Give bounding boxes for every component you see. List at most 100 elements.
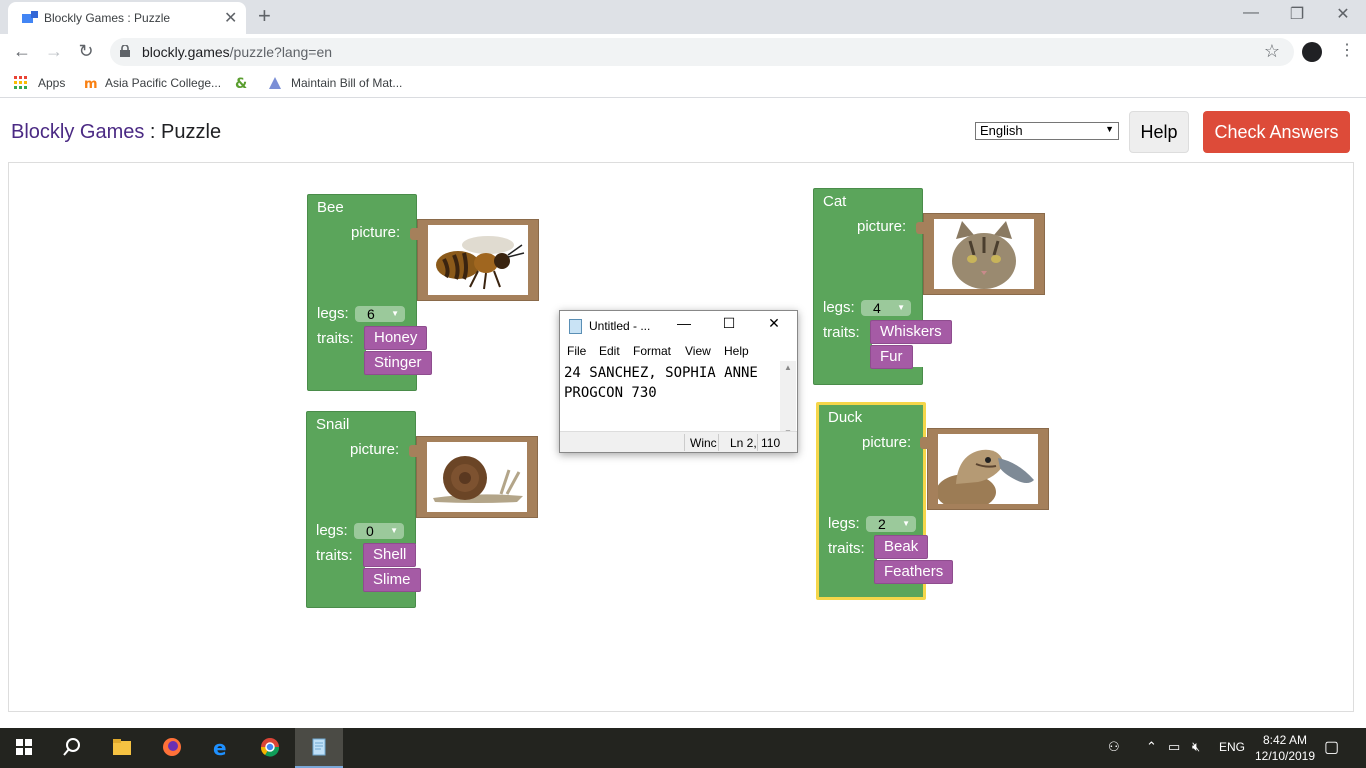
- picture-block-snail[interactable]: [409, 436, 538, 518]
- trait-block-beak[interactable]: Beak: [874, 535, 929, 559]
- chrome-icon: [260, 738, 280, 757]
- trait-block-slime[interactable]: Slime: [363, 568, 421, 592]
- notepad-statusbar: Winc Ln 2, 110: [560, 431, 797, 452]
- legs-dropdown[interactable]: 2 ▼: [866, 516, 916, 532]
- menu-file[interactable]: File: [567, 344, 586, 358]
- bee-image: [436, 236, 525, 290]
- help-button[interactable]: Help: [1129, 111, 1189, 153]
- trait-block-fur[interactable]: Fur: [870, 345, 913, 369]
- menu-edit[interactable]: Edit: [599, 344, 620, 358]
- legs-dropdown[interactable]: 4 ▼: [861, 300, 911, 316]
- puzzle-title: Puzzle: [161, 121, 222, 143]
- menu-view[interactable]: View: [685, 344, 711, 358]
- people-icon[interactable]: ⚇: [1108, 739, 1120, 755]
- trait-block-stinger[interactable]: Stinger: [364, 351, 432, 375]
- folder-icon: [113, 739, 131, 755]
- traits-label: traits:: [316, 547, 353, 564]
- close-icon[interactable]: ✕: [762, 315, 786, 332]
- tab-title: Blockly Games : Puzzle: [44, 11, 171, 25]
- minimize-icon[interactable]: —: [672, 315, 696, 331]
- picture-label: picture:: [857, 218, 907, 235]
- minimize-window-icon[interactable]: —: [1228, 4, 1274, 28]
- status-eol: Winc: [690, 436, 717, 450]
- firefox-icon: [163, 738, 181, 756]
- picture-label: picture:: [351, 224, 401, 241]
- traits-label: traits:: [828, 540, 865, 557]
- notepad-title: Untitled - ...: [589, 319, 651, 333]
- new-tab-icon[interactable]: +: [258, 3, 271, 29]
- windows-logo-icon: [16, 739, 32, 755]
- moodle-bookmark-icon: m: [84, 77, 98, 90]
- status-position: Ln 2,: [730, 436, 757, 450]
- forward-icon[interactable]: →: [42, 41, 66, 63]
- legs-dropdown[interactable]: 6 ▼: [355, 306, 405, 322]
- menu-kebab-icon[interactable]: ⋮: [1339, 40, 1355, 60]
- notepad-menubar: File Edit Format View Help: [560, 341, 797, 361]
- svg-text:m: m: [84, 77, 98, 90]
- status-zoom: 110: [761, 436, 781, 450]
- blockly-games-link[interactable]: Blockly Games: [11, 121, 144, 143]
- notepad-text-area[interactable]: 24 SANCHEZ, SOPHIA ANNE PROGCON 730: [564, 363, 782, 437]
- back-icon[interactable]: ←: [10, 41, 34, 63]
- traits-label: traits:: [317, 330, 354, 347]
- start-button[interactable]: [0, 728, 48, 768]
- search-button[interactable]: [48, 728, 96, 768]
- check-answers-button[interactable]: Check Answers: [1203, 111, 1350, 153]
- legs-dropdown[interactable]: 0 ▼: [354, 523, 404, 539]
- file-explorer-button[interactable]: [98, 728, 146, 768]
- edge-button[interactable]: e: [198, 728, 246, 768]
- reload-icon[interactable]: ↻: [74, 41, 98, 63]
- traits-label: traits:: [823, 324, 860, 341]
- input-language[interactable]: ENG: [1219, 740, 1245, 754]
- maximize-icon[interactable]: ☐: [717, 315, 741, 332]
- sap-bookmark-icon: [269, 77, 281, 89]
- bookmark-asia-pacific[interactable]: Asia Pacific College...: [105, 76, 221, 90]
- firefox-button[interactable]: [148, 728, 196, 768]
- legs-label: legs:: [317, 305, 349, 322]
- bookmark-star-icon[interactable]: ☆: [1264, 41, 1280, 62]
- notepad-taskbar-button[interactable]: [295, 728, 343, 768]
- edge-icon: e: [213, 737, 227, 757]
- svg-text:e: e: [213, 737, 227, 757]
- close-window-icon[interactable]: ✕: [1320, 4, 1366, 28]
- action-center-icon[interactable]: ▢: [1324, 737, 1339, 757]
- close-tab-icon[interactable]: ✕: [224, 8, 237, 28]
- vertical-scrollbar[interactable]: ▲ ▼: [780, 361, 796, 439]
- show-hidden-icons-icon[interactable]: ⌃: [1146, 739, 1157, 755]
- duck-image: [938, 449, 1034, 504]
- dropdown-arrow-icon: ▼: [1105, 124, 1114, 134]
- network-icon[interactable]: ▭: [1168, 739, 1180, 755]
- restore-window-icon[interactable]: ❐: [1274, 4, 1320, 28]
- picture-block-cat[interactable]: [916, 213, 1045, 295]
- profile-avatar[interactable]: [1302, 42, 1322, 62]
- taskbar: e ⚇ ⌃ ▭ 🔇︎ ENG 8:42 AM 12/10/2019 ▢: [0, 728, 1366, 768]
- scroll-up-icon[interactable]: ▲: [784, 363, 792, 372]
- notepad-window[interactable]: Untitled - ... — ☐ ✕ File Edit Format Vi…: [559, 310, 798, 453]
- system-clock[interactable]: 8:42 AM 12/10/2019: [1252, 732, 1318, 764]
- trait-block-feathers[interactable]: Feathers: [874, 560, 954, 584]
- trait-block-honey[interactable]: Honey: [364, 326, 428, 350]
- apps-grid-icon[interactable]: [14, 76, 28, 90]
- trait-block-shell[interactable]: Shell: [363, 543, 417, 567]
- notepad-icon: [569, 319, 582, 334]
- legs-label: legs:: [316, 522, 348, 539]
- legs-label: legs:: [823, 299, 855, 316]
- picture-block-duck[interactable]: [920, 428, 1049, 510]
- url-text: blockly.games/puzzle?lang=en: [142, 44, 333, 60]
- menu-help[interactable]: Help: [724, 344, 749, 358]
- browser-tab[interactable]: Blockly Games : Puzzle ✕: [8, 2, 246, 34]
- address-bar[interactable]: blockly.games/puzzle?lang=en ☆: [110, 38, 1294, 66]
- notepad-icon: [312, 738, 326, 756]
- volume-muted-icon[interactable]: 🔇︎: [1192, 739, 1200, 755]
- notepad-titlebar[interactable]: Untitled - ... — ☐ ✕: [560, 311, 797, 341]
- picture-block-bee[interactable]: [410, 219, 539, 301]
- page-title: Blockly Games : Puzzle: [11, 121, 222, 143]
- ampersand-bookmark-icon[interactable]: &: [235, 76, 249, 90]
- bookmark-maintain-bom[interactable]: Maintain Bill of Mat...: [291, 76, 402, 90]
- menu-format[interactable]: Format: [633, 344, 671, 358]
- bookmark-apps[interactable]: Apps: [38, 76, 65, 90]
- picture-label: picture:: [862, 434, 912, 451]
- trait-block-whiskers[interactable]: Whiskers: [870, 320, 952, 344]
- language-select[interactable]: English ▼: [975, 122, 1119, 140]
- chrome-button[interactable]: [246, 728, 294, 768]
